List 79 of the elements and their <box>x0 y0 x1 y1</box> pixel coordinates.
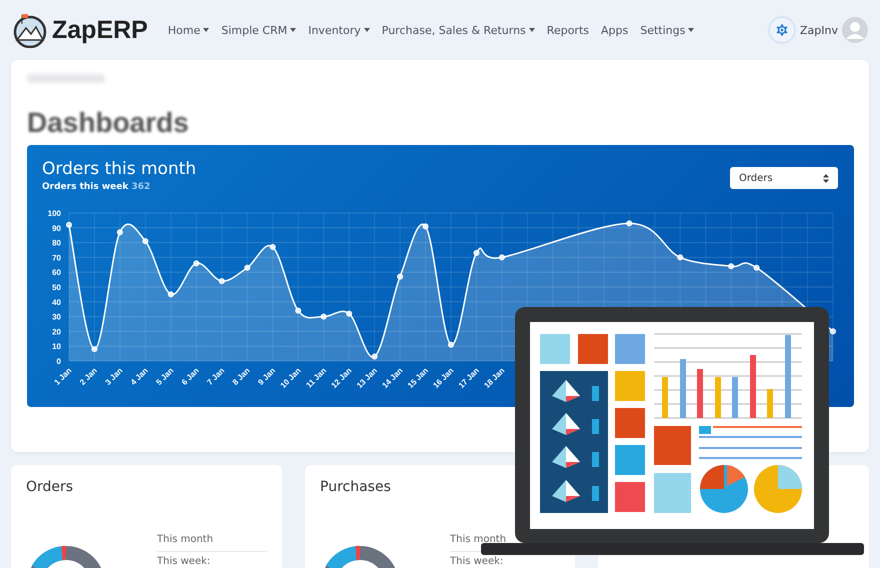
axis-label: 80 <box>52 238 61 248</box>
axis-label: 1 Jan <box>52 366 74 387</box>
axis-label: 12 Jan <box>330 366 354 390</box>
page-title: Dashboards <box>27 107 190 139</box>
stat-label: This week: <box>157 555 212 568</box>
axis-label: 11 Jan <box>304 366 328 390</box>
data-point <box>728 263 734 270</box>
axis-label: 15 Jan <box>406 366 430 390</box>
axis-label: 10 <box>52 342 61 352</box>
axis-label: 16 Jan <box>431 366 456 390</box>
axis-label: 5 Jan <box>154 366 176 387</box>
nav-menu-item[interactable]: Settings <box>640 24 694 36</box>
data-point <box>397 274 404 280</box>
mountain-logo-icon <box>12 12 48 48</box>
caret-icon <box>290 28 296 32</box>
data-point <box>473 250 480 256</box>
data-point <box>244 264 250 271</box>
settings-icon <box>774 22 790 38</box>
axis-label: 40 <box>52 298 61 307</box>
nav-menu-item[interactable]: Home <box>168 24 210 36</box>
nav-menu-item[interactable]: Inventory <box>308 24 370 36</box>
stat-label: This month <box>157 530 267 552</box>
data-point <box>295 308 302 314</box>
data-point <box>193 260 200 266</box>
caret-icon <box>364 28 370 32</box>
axis-label: 100 <box>48 209 61 218</box>
data-point <box>142 238 148 244</box>
user-name: ZapInv <box>800 24 838 36</box>
axis-label: 30 <box>52 312 61 322</box>
axis-label: 4 Jan <box>128 366 150 387</box>
axis-label: 0 <box>56 357 61 366</box>
data-point <box>66 222 72 228</box>
axis-label: 18 Jan <box>482 366 506 390</box>
orders-select[interactable]: Orders <box>730 167 838 189</box>
data-point <box>677 254 684 260</box>
axis-label: 10 Jan <box>278 366 303 390</box>
axis-label: 13 Jan <box>355 366 380 390</box>
settings-button[interactable] <box>768 16 796 44</box>
stat-label: This week: <box>450 555 504 568</box>
nav-menu-item[interactable]: Purchase, Sales & Returns <box>382 24 535 36</box>
nav-menu-item[interactable]: Apps <box>601 24 628 36</box>
caret-icon <box>203 28 210 32</box>
nav-menu-item[interactable]: Simple CRM <box>221 24 296 36</box>
panel-title: Orders this month <box>42 159 196 179</box>
axis-label: 7 Jan <box>205 366 226 387</box>
data-point <box>218 278 225 284</box>
data-point <box>448 342 454 348</box>
data-point <box>91 346 98 352</box>
data-point <box>830 328 836 334</box>
axis-label: 60 <box>52 268 61 278</box>
axis-label: 90 <box>52 224 61 233</box>
axis-label: 3 Jan <box>104 366 124 387</box>
caret-icon <box>688 28 694 32</box>
data-point <box>116 229 123 236</box>
nav-menu-item[interactable]: Reports <box>546 24 589 36</box>
data-point <box>754 264 760 271</box>
brand-name: ZapERP <box>52 16 148 44</box>
axis-label: 9 Jan <box>256 366 278 387</box>
data-point <box>422 223 429 230</box>
data-point <box>372 354 378 360</box>
axis-label: 14 Jan <box>380 366 404 390</box>
data-point <box>168 291 174 298</box>
card-title: Orders <box>26 479 74 495</box>
axis-label: 8 Jan <box>230 366 252 387</box>
axis-label: 70 <box>52 253 61 262</box>
panel-subtitle: Orders this week 362 <box>42 182 152 192</box>
data-point <box>346 310 352 317</box>
axis-label: 2 Jan <box>78 366 99 387</box>
data-point <box>626 220 632 226</box>
data-point <box>320 314 327 320</box>
sort-icon <box>823 174 829 182</box>
caret-icon <box>528 28 535 32</box>
data-point <box>498 254 505 260</box>
axis-label: 17 Jan <box>456 366 481 390</box>
axis-label: 20 <box>52 327 61 336</box>
card-title: Purchases <box>320 479 392 495</box>
data-point <box>270 244 276 250</box>
axis-label: 50 <box>52 283 61 292</box>
axis-label: 6 Jan <box>180 366 201 387</box>
